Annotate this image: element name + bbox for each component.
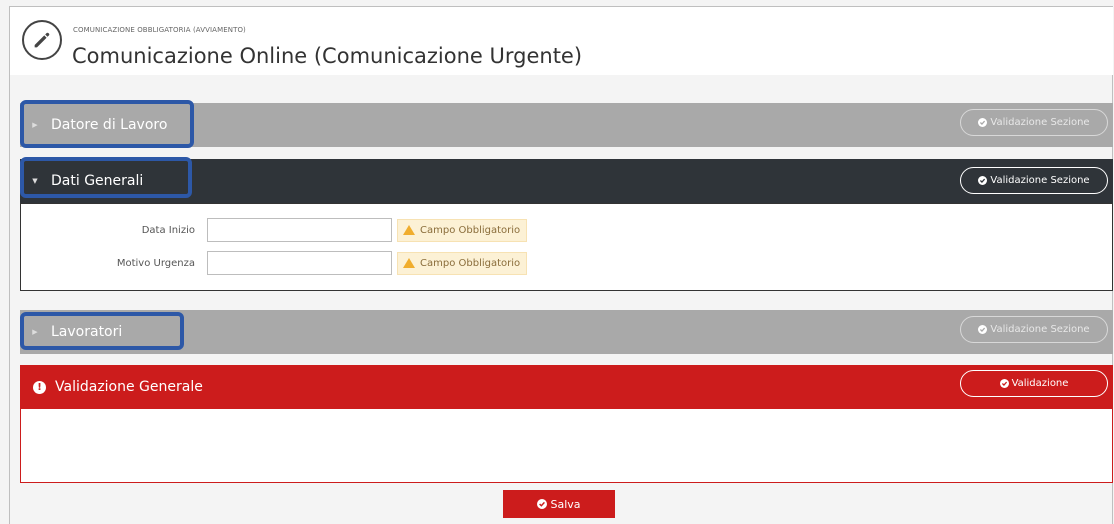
check-circle-icon (999, 379, 1009, 388)
validate-section-datore-button[interactable]: Validazione Sezione (960, 109, 1108, 136)
validate-section-label: Validazione Sezione (990, 324, 1090, 335)
validate-section-lavoratori-button[interactable]: Validazione Sezione (960, 316, 1108, 343)
page-header: COMUNICAZIONE OBBLIGATORIA (AVVIAMENTO) … (10, 7, 1113, 75)
check-circle-icon (978, 325, 988, 334)
check-circle-icon (978, 176, 988, 185)
warning-icon (403, 258, 415, 268)
validazione-button[interactable]: Validazione (960, 370, 1108, 397)
pencil-icon (22, 20, 62, 60)
validazione-label: Validazione (1011, 378, 1069, 389)
exclamation-circle-icon: ! (33, 380, 46, 394)
dati-generali-panel: Data Inizio Campo Obbligatorio Motivo Ur… (20, 203, 1113, 291)
data-inizio-input[interactable] (207, 218, 392, 242)
field-label: Motivo Urgenza (116, 257, 195, 269)
warning-icon (403, 225, 415, 235)
section-title-generale: Validazione Generale (55, 379, 203, 395)
save-button[interactable]: Salva (503, 490, 615, 518)
motivo-urgenza-input[interactable] (207, 251, 392, 275)
validate-section-label: Validazione Sezione (990, 175, 1090, 186)
warning-text: Campo Obbligatorio (420, 224, 521, 236)
validate-section-label: Validazione Sezione (990, 117, 1090, 128)
section-header-generale: ! Validazione Generale (30, 379, 203, 395)
check-circle-icon (537, 499, 548, 509)
warning-badge: Campo Obbligatorio (397, 218, 528, 242)
highlight-box-dati (20, 157, 192, 198)
save-label: Salva (550, 497, 581, 511)
validate-section-dati-button[interactable]: Validazione Sezione (960, 167, 1108, 194)
main-frame: COMUNICAZIONE OBBLIGATORIA (AVVIAMENTO) … (9, 6, 1113, 524)
check-circle-icon (978, 118, 988, 127)
highlight-box-datore (20, 100, 194, 148)
section-validazione-generale: ! Validazione Generale Validazione (20, 365, 1113, 409)
breadcrumb: COMUNICAZIONE OBBLIGATORIA (AVVIAMENTO) (73, 26, 246, 34)
warning-badge: Campo Obbligatorio (397, 251, 528, 275)
warning-text: Campo Obbligatorio (420, 257, 521, 269)
page-title: Comunicazione Online (Comunicazione Urge… (72, 44, 583, 68)
field-label: Data Inizio (141, 224, 195, 236)
form-row-data-inizio: Data Inizio Campo Obbligatorio (21, 218, 528, 242)
highlight-box-lavoratori (20, 312, 184, 350)
form-row-motivo-urgenza: Motivo Urgenza Campo Obbligatorio (21, 251, 528, 275)
validazione-generale-panel (20, 409, 1113, 483)
